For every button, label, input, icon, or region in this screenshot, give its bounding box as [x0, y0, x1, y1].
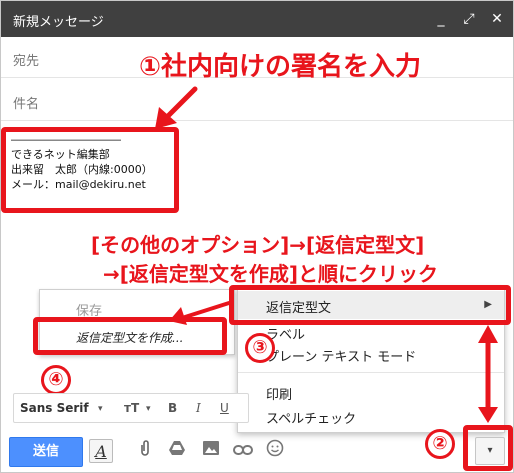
step2-badge: ② — [425, 429, 455, 459]
step2-highlight-box — [463, 425, 513, 471]
minimize-icon[interactable]: _ — [429, 7, 453, 31]
step2-arrow — [478, 325, 498, 423]
formatting-toggle-icon[interactable]: A — [89, 439, 113, 463]
font-family-select[interactable]: Sans Serif — [20, 401, 89, 415]
step4-arrow — [169, 301, 231, 325]
subject-field[interactable]: 件名 — [1, 81, 513, 121]
instruction-line1: [その他のオプション]→[返信定型文] — [91, 233, 425, 257]
link-icon[interactable] — [231, 439, 255, 463]
emoji-icon[interactable] — [263, 439, 287, 463]
bold-button[interactable]: B — [168, 401, 177, 415]
signature-highlight-box — [1, 127, 179, 213]
compose-window: 新規メッセージ _ ⤢ ✕ 宛先 件名 ―――――――――― できるネット編集部… — [0, 0, 514, 473]
font-caret-icon[interactable]: ▾ — [98, 404, 103, 414]
compose-titlebar[interactable]: 新規メッセージ _ ⤢ ✕ — [1, 1, 513, 37]
menu-item-spellcheck[interactable]: スペルチェック — [266, 408, 356, 427]
photo-icon[interactable] — [199, 439, 223, 463]
step1-annotation: ①社内向けの署名を入力 — [139, 52, 422, 82]
expand-icon[interactable]: ⤢ — [457, 7, 481, 31]
drive-icon[interactable] — [165, 439, 189, 463]
size-caret-icon[interactable]: ▾ — [146, 404, 151, 414]
subject-label: 件名 — [13, 97, 40, 112]
menu-item-plain-text[interactable]: プレーン テキスト モード — [266, 346, 416, 365]
send-button[interactable]: 送信 — [9, 437, 83, 467]
menu-item-print[interactable]: 印刷 — [266, 384, 292, 403]
font-size-icon[interactable]: ᴛT — [124, 401, 139, 415]
instruction-line2: →[返信定型文を作成]と順にクリック — [103, 262, 439, 286]
step3-badge: ③ — [245, 333, 275, 363]
close-icon[interactable]: ✕ — [485, 7, 509, 31]
step4-badge: ④ — [41, 365, 71, 395]
underline-button[interactable]: U — [220, 401, 229, 415]
step1-arrow — [155, 86, 198, 129]
step3-highlight-box — [229, 285, 511, 325]
formatting-bar: Sans Serif ▾ ᴛT ▾ B I U — [13, 393, 249, 423]
menu-divider — [238, 372, 504, 373]
paperclip-icon[interactable] — [133, 439, 157, 463]
italic-button[interactable]: I — [196, 401, 201, 415]
compose-title: 新規メッセージ — [13, 15, 104, 30]
to-label: 宛先 — [13, 54, 40, 69]
